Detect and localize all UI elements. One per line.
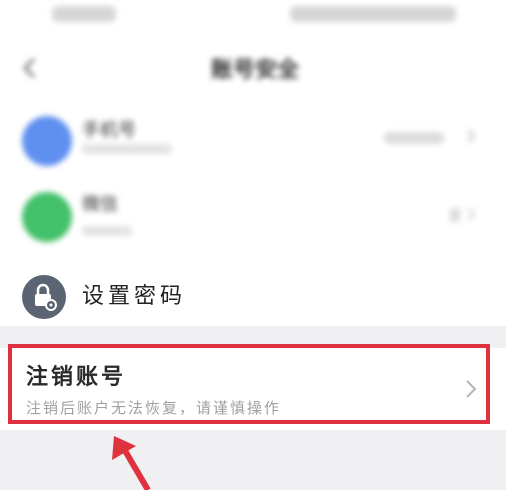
account-row-wechat[interactable]: 微信 (0, 186, 506, 250)
status-icons (290, 6, 456, 22)
cancel-account-title: 注销账号 (26, 365, 127, 390)
set-password-label: 设置密码 (82, 284, 187, 309)
account-name: 手机号 (82, 120, 136, 141)
status-time (52, 6, 116, 22)
phone-icon (22, 116, 72, 166)
annotation-arrow-icon (112, 436, 151, 490)
cancel-account-subtitle: 注销后账户无法恢复，请谨慎操作 (26, 399, 282, 417)
nav-bar: 账号安全 (0, 36, 506, 100)
account-name: 微信 (82, 194, 118, 215)
lock-icon (22, 275, 66, 319)
chevron-right-icon (467, 207, 476, 221)
wechat-icon (22, 192, 72, 242)
account-row-phone[interactable]: 手机号 (0, 108, 506, 168)
status-bar (0, 0, 506, 36)
account-subtext (82, 226, 132, 236)
account-subtext (82, 144, 172, 154)
bottom-background (0, 430, 506, 490)
set-password-row[interactable]: 设置密码 (0, 268, 506, 324)
back-arrow-icon[interactable] (20, 56, 38, 80)
chevron-right-icon (467, 129, 476, 143)
account-value (384, 132, 444, 144)
page-title: 账号安全 (210, 58, 299, 83)
account-value (450, 208, 460, 222)
chevron-right-icon (466, 380, 477, 398)
